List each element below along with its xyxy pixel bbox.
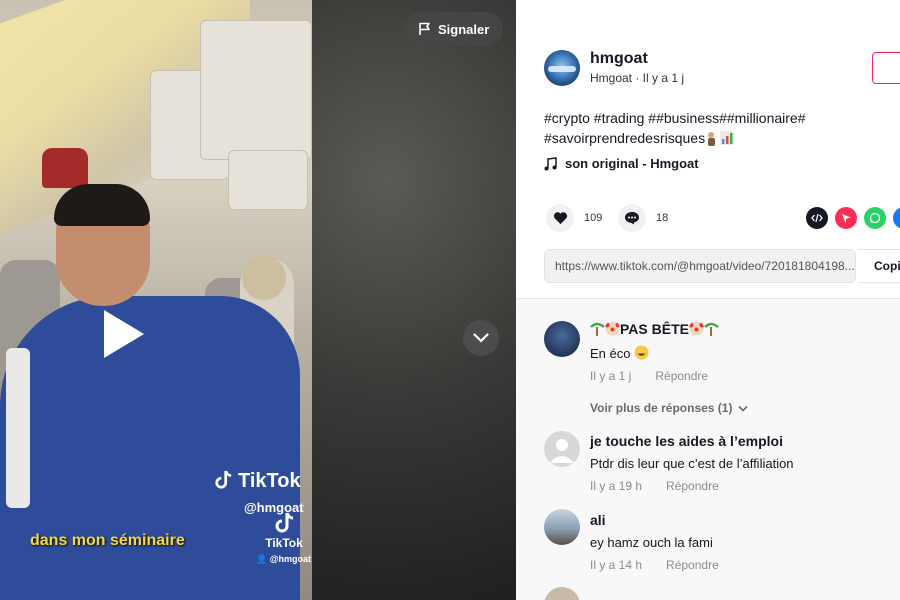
comment-action[interactable]: 18 — [618, 204, 668, 232]
emoji-icon — [708, 131, 735, 146]
send-icon[interactable] — [835, 207, 857, 229]
default-avatar-icon — [550, 439, 574, 463]
video-pane[interactable]: TikTok @hmgoat TikTok 👤 @hmgoat dans mon… — [0, 0, 516, 600]
comment-text: En éco — [590, 345, 649, 361]
author-avatar[interactable] — [544, 50, 580, 86]
comment-button[interactable] — [618, 204, 646, 232]
video-url-field[interactable]: https://www.tiktok.com/@hmgoat/video/720… — [544, 249, 856, 283]
like-count: 109 — [584, 212, 603, 224]
watermark-brand: TikTok — [214, 470, 301, 493]
watermark-small-handle: 👤 @hmgoat — [256, 554, 311, 565]
commenter-name[interactable]: PAS BÊTE — [590, 321, 719, 337]
commenter-name[interactable]: je touche les aides à l’emploi — [590, 433, 783, 449]
comment-time: Il y a 1 j — [590, 369, 632, 383]
clown-face-icon — [605, 321, 620, 336]
comment-list[interactable]: PAS BÊTE En éco Il y a 1 j Répondre Voir… — [516, 298, 900, 600]
copy-link-button[interactable]: Copi — [858, 249, 900, 283]
comment-icon — [625, 212, 639, 225]
shirt-stripe — [6, 348, 30, 508]
commenter-name[interactable]: ali — [590, 512, 606, 528]
play-icon[interactable] — [104, 310, 144, 358]
overhead-bin — [200, 20, 312, 160]
description-line[interactable]: #crypto #trading ##business##millionaire… — [544, 108, 844, 128]
author-name[interactable]: hmgoat — [590, 50, 648, 68]
more-replies-label: Voir plus de réponses (1) — [590, 401, 733, 415]
embed-icon[interactable] — [806, 207, 828, 229]
watermark-small: TikTok — [262, 512, 306, 550]
like-button[interactable] — [546, 204, 574, 232]
comment-count: 18 — [656, 212, 669, 224]
video-frame[interactable]: TikTok @hmgoat TikTok 👤 @hmgoat dans mon… — [0, 0, 312, 600]
report-button[interactable]: Signaler — [404, 12, 504, 46]
next-video-button[interactable] — [463, 320, 499, 356]
passenger-hair — [242, 256, 286, 300]
watermark-brand-text: TikTok — [238, 470, 301, 492]
comment-meta: Il y a 19 h Répondre — [590, 479, 719, 493]
facebook-icon[interactable] — [893, 207, 900, 229]
palm-tree-icon — [704, 322, 719, 336]
comment-text: Ptdr dis leur que c’est de l’affiliation — [590, 456, 794, 471]
commenter-avatar[interactable] — [544, 509, 580, 545]
music-row[interactable]: son original - Hmgoat — [544, 156, 699, 171]
commenter-avatar[interactable] — [544, 587, 580, 600]
comment-meta: Il y a 1 j Répondre — [590, 369, 708, 383]
author-subtitle: Hmgoat · Il y a 1 j — [590, 71, 685, 85]
music-note-icon — [544, 156, 557, 170]
laughing-emoji-icon — [634, 345, 649, 360]
music-title[interactable]: son original - Hmgoat — [565, 156, 699, 171]
attendant-hat — [42, 148, 88, 188]
follow-button[interactable] — [872, 52, 900, 84]
chevron-down-icon — [473, 333, 489, 343]
palm-tree-icon — [590, 322, 605, 336]
view-more-replies-button[interactable]: Voir plus de réponses (1) — [590, 401, 749, 415]
commenter-avatar[interactable] — [544, 321, 580, 357]
chevron-down-icon — [738, 405, 749, 412]
comment-time: Il y a 19 h — [590, 479, 643, 493]
reply-button[interactable]: Répondre — [666, 558, 719, 572]
reply-button[interactable]: Répondre — [666, 479, 719, 493]
share-icons — [806, 207, 900, 229]
info-panel: hmgoat Hmgoat · Il y a 1 j #crypto #trad… — [516, 0, 900, 600]
description-line[interactable]: #savoirprendredesrisques — [544, 128, 844, 148]
report-label: Signaler — [438, 21, 490, 37]
commenter-name-text: PAS BÊTE — [620, 321, 689, 337]
description-hashtag[interactable]: #savoirprendredesrisques — [544, 130, 705, 146]
comment-time: Il y a 14 h — [590, 558, 643, 572]
comment-text-content: En éco — [590, 346, 631, 361]
overhead-bin — [228, 150, 308, 210]
user-icon: 👤 — [256, 554, 270, 564]
watermark-small-brand: TikTok — [265, 536, 303, 550]
whatsapp-icon[interactable] — [864, 207, 886, 229]
heart-icon — [553, 212, 567, 225]
like-action[interactable]: 109 — [546, 204, 602, 232]
video-description: #crypto #trading ##business##millionaire… — [544, 108, 844, 148]
comment-meta: Il y a 14 h Répondre — [590, 558, 719, 572]
tiktok-logo-icon — [275, 512, 294, 533]
comment-text: ey hamz ouch la fami — [590, 535, 713, 550]
man-hair — [54, 184, 150, 226]
tiktok-logo-icon — [215, 470, 232, 489]
commenter-avatar[interactable] — [544, 431, 580, 467]
flag-icon — [419, 22, 430, 35]
watermark-small-handle-text: @hmgoat — [269, 554, 311, 564]
reply-button[interactable]: Répondre — [655, 369, 708, 383]
clown-face-icon — [688, 321, 704, 336]
man-body — [0, 296, 300, 600]
video-caption: dans mon séminaire — [30, 532, 185, 549]
